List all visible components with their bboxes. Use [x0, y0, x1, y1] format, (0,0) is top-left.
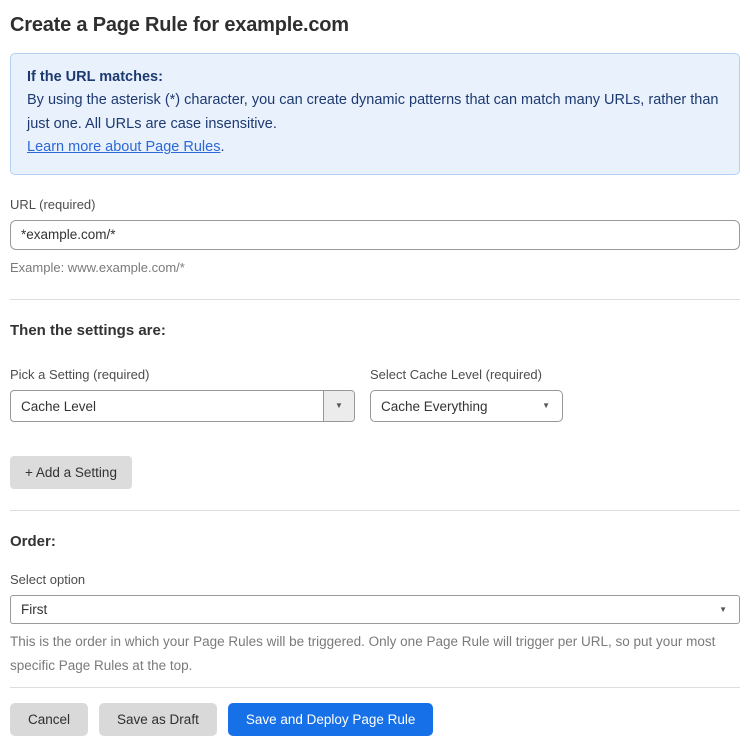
settings-row: Pick a Setting (required) Cache Level ▼ … [10, 345, 740, 423]
info-box-heading: If the URL matches: [27, 69, 163, 85]
chevron-down-icon: ▼ [719, 604, 727, 614]
info-box-body: By using the asterisk (*) character, you… [27, 92, 719, 132]
cache-level-label: Select Cache Level (required) [370, 367, 542, 383]
order-select-label: Select option [10, 572, 86, 588]
url-input[interactable] [10, 219, 740, 250]
link-period: . [220, 139, 225, 156]
pick-setting-select[interactable]: Cache Level ▼ [10, 390, 355, 423]
order-select-value: First [21, 602, 48, 618]
action-button-row: Cancel Save as Draft Save and Deploy Pag… [10, 703, 740, 736]
url-helper-text: Example: www.example.com/* [10, 259, 185, 275]
settings-section-heading: Then the settings are: [10, 322, 166, 340]
chevron-down-icon: ▼ [542, 401, 550, 411]
cache-level-select[interactable]: Cache Everything ▼ [370, 390, 563, 423]
order-helper-text: This is the order in which your Page Rul… [10, 634, 716, 673]
divider [10, 299, 740, 301]
divider [10, 510, 740, 512]
save-deploy-button[interactable]: Save and Deploy Page Rule [227, 703, 434, 736]
cache-level-arrow: ▼ [542, 391, 562, 421]
add-setting-button[interactable]: + Add a Setting [10, 456, 132, 490]
info-box-link-line: Learn more about Page Rules. [27, 136, 723, 159]
pick-setting-value: Cache Level [21, 398, 97, 414]
chevron-down-icon: ▼ [335, 401, 343, 411]
order-section-heading: Order: [10, 533, 56, 551]
divider [10, 687, 740, 689]
page-title: Create a Page Rule for example.com [10, 14, 349, 36]
pick-setting-arrow-box[interactable]: ▼ [323, 391, 354, 422]
url-label: URL (required) [10, 196, 96, 212]
pick-setting-label: Pick a Setting (required) [10, 367, 150, 383]
learn-more-link[interactable]: Learn more about Page Rules [27, 139, 220, 155]
order-select[interactable]: First ▼ [10, 595, 740, 625]
cancel-button[interactable]: Cancel [10, 703, 89, 736]
save-draft-button[interactable]: Save as Draft [99, 703, 217, 736]
url-matches-info-box: If the URL matches: By using the asteris… [10, 53, 740, 175]
cache-level-column: Select Cache Level (required) Cache Ever… [370, 345, 563, 423]
page-rule-form: Create a Page Rule for example.com If th… [0, 0, 750, 736]
cache-level-value: Cache Everything [381, 398, 488, 414]
setting-column: Pick a Setting (required) Cache Level ▼ [10, 345, 355, 423]
